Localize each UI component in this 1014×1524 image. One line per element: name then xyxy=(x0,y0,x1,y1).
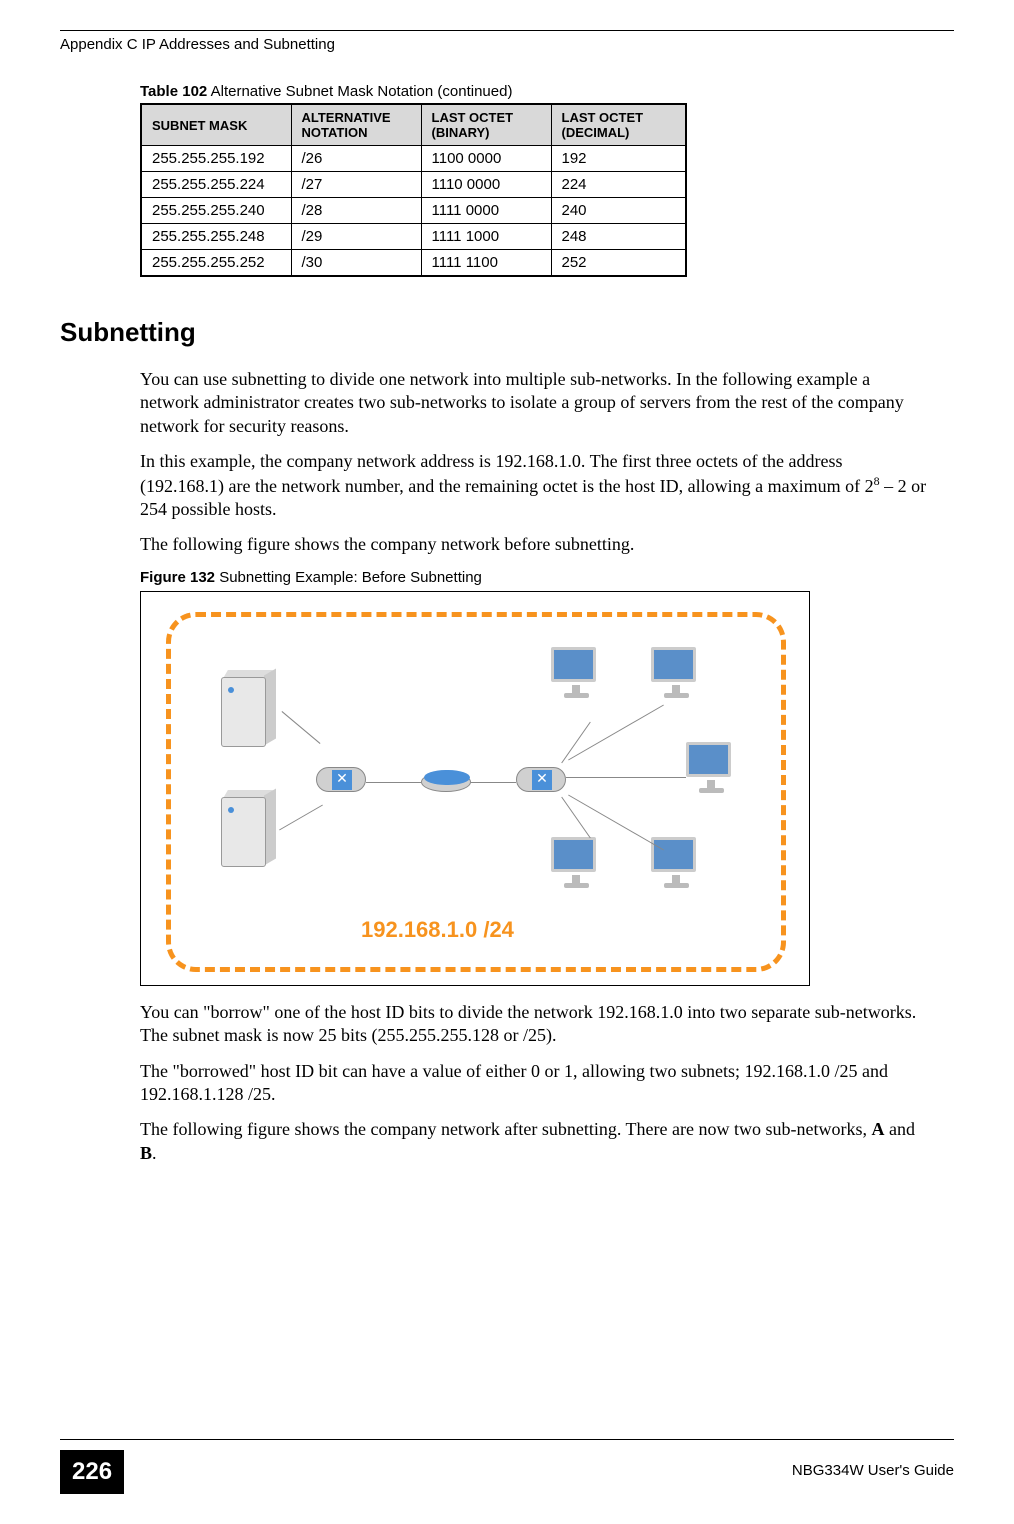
paragraph-text: The following figure shows the company n… xyxy=(140,1119,872,1139)
table-cell: 240 xyxy=(551,198,686,224)
table-cell: 252 xyxy=(551,250,686,277)
connection-line xyxy=(566,777,686,778)
table-cell: 1111 1100 xyxy=(421,250,551,277)
figure-title: Subnetting Example: Before Subnetting xyxy=(215,569,482,586)
appendix-header: Appendix C IP Addresses and Subnetting xyxy=(60,36,954,53)
table-cell: 255.255.255.224 xyxy=(141,172,291,198)
table-header: SUBNET MASK xyxy=(141,104,291,146)
paragraph: You can use subnetting to divide one net… xyxy=(140,368,930,438)
subnet-mask-table: SUBNET MASK ALTERNATIVE NOTATION LAST OC… xyxy=(140,103,687,277)
table-row: 255.255.255.248 /29 1111 1000 248 xyxy=(141,224,686,250)
table-cell: /26 xyxy=(291,146,421,172)
table-cell: 224 xyxy=(551,172,686,198)
paragraph: The "borrowed" host ID bit can have a va… xyxy=(140,1060,930,1107)
table-cell: 1111 1000 xyxy=(421,224,551,250)
table-cell: /27 xyxy=(291,172,421,198)
switch-icon: ✕ xyxy=(316,767,366,792)
connection-line xyxy=(366,782,421,783)
monitor-icon xyxy=(651,837,706,892)
table-header: LAST OCTET (BINARY) xyxy=(421,104,551,146)
paragraph: You can "borrow" one of the host ID bits… xyxy=(140,1001,930,1048)
table-row: 255.255.255.224 /27 1110 0000 224 xyxy=(141,172,686,198)
table-cell: 1111 0000 xyxy=(421,198,551,224)
figure-caption: Figure 132 Subnetting Example: Before Su… xyxy=(140,569,954,586)
network-address-label: 192.168.1.0 /24 xyxy=(361,917,514,943)
server-icon xyxy=(216,787,276,877)
connection-line xyxy=(471,782,516,783)
table-cell: 255.255.255.252 xyxy=(141,250,291,277)
table-cell: 1110 0000 xyxy=(421,172,551,198)
figure-number: Figure 132 xyxy=(140,569,215,586)
section-heading: Subnetting xyxy=(60,317,954,348)
table-cell: 248 xyxy=(551,224,686,250)
table-title: Alternative Subnet Mask Notation (contin… xyxy=(207,83,512,100)
server-icon xyxy=(216,667,276,757)
page-number: 226 xyxy=(60,1450,124,1494)
monitor-icon xyxy=(551,647,606,702)
guide-title: NBG334W User's Guide xyxy=(792,1462,954,1479)
network-label-a: A xyxy=(872,1119,885,1139)
table-number: Table 102 xyxy=(140,83,207,100)
paragraph: The following figure shows the company n… xyxy=(140,533,930,556)
table-cell: 192 xyxy=(551,146,686,172)
router-icon xyxy=(421,772,471,792)
table-cell: 255.255.255.248 xyxy=(141,224,291,250)
monitor-icon xyxy=(686,742,741,797)
table-caption: Table 102 Alternative Subnet Mask Notati… xyxy=(140,83,954,100)
table-cell: /30 xyxy=(291,250,421,277)
paragraph-text: . xyxy=(152,1143,157,1163)
paragraph: The following figure shows the company n… xyxy=(140,1118,930,1165)
table-row: 255.255.255.252 /30 1111 1100 252 xyxy=(141,250,686,277)
paragraph-text: and xyxy=(885,1119,916,1139)
monitor-icon xyxy=(651,647,706,702)
monitor-icon xyxy=(551,837,606,892)
table-cell: 1100 0000 xyxy=(421,146,551,172)
network-diagram: ✕ ✕ xyxy=(140,591,810,986)
table-header: ALTERNATIVE NOTATION xyxy=(291,104,421,146)
table-cell: 255.255.255.192 xyxy=(141,146,291,172)
table-cell: 255.255.255.240 xyxy=(141,198,291,224)
paragraph-text: In this example, the company network add… xyxy=(140,451,874,495)
table-header: LAST OCTET (DECIMAL) xyxy=(551,104,686,146)
table-row: 255.255.255.192 /26 1100 0000 192 xyxy=(141,146,686,172)
table-cell: /29 xyxy=(291,224,421,250)
switch-icon: ✕ xyxy=(516,767,566,792)
table-row: 255.255.255.240 /28 1111 0000 240 xyxy=(141,198,686,224)
table-cell: /28 xyxy=(291,198,421,224)
paragraph: In this example, the company network add… xyxy=(140,450,930,521)
network-label-b: B xyxy=(140,1143,152,1163)
